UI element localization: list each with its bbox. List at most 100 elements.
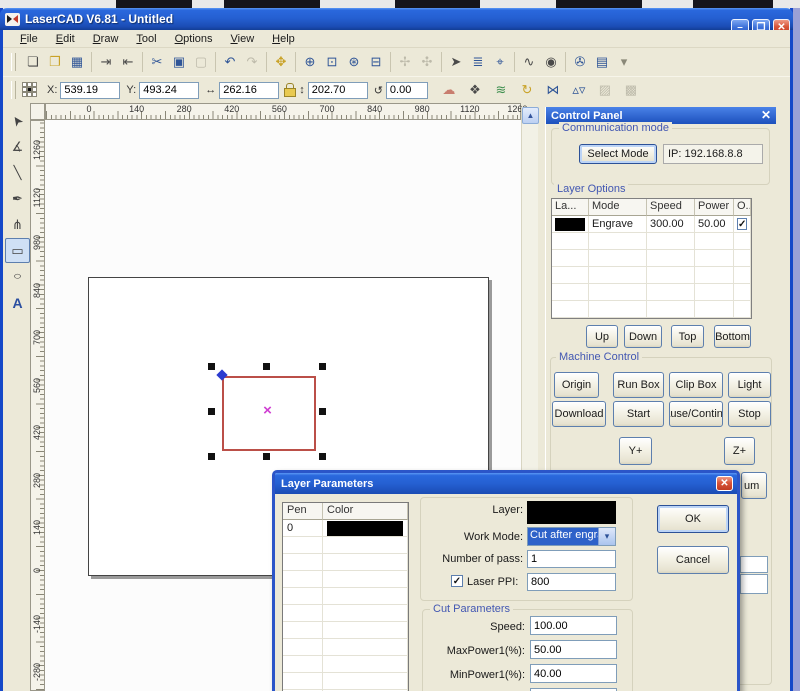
light-button[interactable]: Light <box>728 372 771 398</box>
origin-button[interactable]: Origin <box>554 372 599 398</box>
layers-icon[interactable]: ≋ <box>490 79 512 101</box>
layer-mode-cell[interactable]: Engrave <box>589 216 647 233</box>
cut-icon[interactable]: ✂ <box>146 51 168 73</box>
partially-hidden-field[interactable] <box>740 556 768 573</box>
save-icon[interactable]: ▦ <box>66 51 88 73</box>
display-icon[interactable]: ▤ <box>591 51 613 73</box>
start-button[interactable]: Start <box>613 401 664 427</box>
stop-button[interactable]: Stop <box>728 401 771 427</box>
bottom-button[interactable]: Bottom <box>714 325 751 348</box>
pen-number-cell[interactable]: 0 <box>283 520 323 537</box>
control-panel-close-icon[interactable]: ✕ <box>761 108 771 122</box>
undo-icon[interactable]: ↶ <box>219 51 241 73</box>
pause-continue-button[interactable]: Pause/Continue <box>669 401 723 427</box>
device-icon[interactable]: ✇ <box>569 51 591 73</box>
handle-middle-right[interactable] <box>319 408 326 415</box>
pen-color-cell[interactable] <box>323 520 408 537</box>
x-input[interactable] <box>60 82 120 99</box>
partially-hidden-field[interactable] <box>740 574 768 594</box>
y-input[interactable] <box>139 82 199 99</box>
handle-bottom-right[interactable] <box>319 453 326 460</box>
top-button[interactable]: Top <box>671 325 704 348</box>
scroll-up-button[interactable]: ▲ <box>522 107 539 124</box>
cancel-button[interactable]: Cancel <box>657 546 729 574</box>
array-copy-icon[interactable]: ❖ <box>464 79 486 101</box>
menu-help[interactable]: Help <box>263 32 304 46</box>
bezier-tool[interactable]: ⋔ <box>5 212 30 237</box>
layer-color-cell[interactable] <box>552 216 589 233</box>
dialog-titlebar[interactable]: Layer Parameters ✕ <box>275 473 737 494</box>
menu-view[interactable]: View <box>222 32 264 46</box>
pen-tool[interactable]: ✒ <box>5 186 30 211</box>
up-button[interactable]: Up <box>586 325 618 348</box>
mirror-vertical-icon[interactable]: ▵▿ <box>568 79 590 101</box>
pan-icon[interactable]: ✥ <box>270 51 292 73</box>
handle-middle-left[interactable] <box>208 408 215 415</box>
text-tool[interactable]: A <box>5 290 30 315</box>
handle-top-right[interactable] <box>319 363 326 370</box>
ellipse-tool[interactable]: ○ <box>5 264 30 289</box>
width-input[interactable] <box>219 82 279 99</box>
mirror-horizontal-icon[interactable]: ⋈ <box>542 79 564 101</box>
minpower-input[interactable] <box>530 664 617 683</box>
zoom-in-icon[interactable]: ⊕ <box>299 51 321 73</box>
stamp-icon[interactable]: ☁ <box>438 79 460 101</box>
chevron-down-icon[interactable]: ▾ <box>598 528 615 545</box>
clip-box-button[interactable]: Clip Box <box>669 372 723 398</box>
menu-file[interactable]: File <box>11 32 47 46</box>
dot-circle-icon[interactable]: ◉ <box>540 51 562 73</box>
maxpower-input[interactable] <box>530 640 617 659</box>
laser-ppi-input[interactable] <box>527 573 616 591</box>
run-box-button[interactable]: Run Box <box>613 372 664 398</box>
zoom-object-icon[interactable]: ⊛ <box>343 51 365 73</box>
zoom-page-icon[interactable]: ⊟ <box>365 51 387 73</box>
titlebar[interactable]: LaserCAD V6.81 - Untitled – ❐ ✕ <box>0 8 793 30</box>
zoom-window-icon[interactable]: ⊡ <box>321 51 343 73</box>
anchor-point-icon[interactable] <box>22 82 39 99</box>
copy-icon[interactable]: ▣ <box>168 51 190 73</box>
menu-draw[interactable]: Draw <box>84 32 128 46</box>
z-plus-button[interactable]: Z+ <box>724 437 755 465</box>
speed-input[interactable] <box>530 616 617 635</box>
node-edit-tool[interactable]: ∡ <box>5 134 30 159</box>
layer-color-swatch[interactable] <box>555 218 585 231</box>
menu-tool[interactable]: Tool <box>127 32 165 46</box>
rectangle-tool[interactable]: ▭ <box>5 238 30 263</box>
handle-bottom-middle[interactable] <box>263 453 270 460</box>
open-icon[interactable]: ❐ <box>44 51 66 73</box>
select-tool[interactable]: ➤ <box>5 108 30 133</box>
toolbar-overflow-icon[interactable]: ▾ <box>613 51 635 73</box>
work-mode-dropdown[interactable]: Cut after engrave ▾ <box>527 527 616 546</box>
number-of-pass-input[interactable] <box>527 550 616 568</box>
pen-color-table[interactable]: PenColor0 <box>282 502 409 691</box>
new-icon[interactable]: ❏ <box>22 51 44 73</box>
layer-power-cell[interactable]: 50.00 <box>695 216 734 233</box>
handle-top-left[interactable] <box>208 363 215 370</box>
pick-pen-icon[interactable]: ➤ <box>445 51 467 73</box>
lock-ratio-icon[interactable] <box>283 83 295 97</box>
menu-options[interactable]: Options <box>166 32 222 46</box>
select-mode-button[interactable]: Select Mode <box>579 144 657 164</box>
layer-output-cell[interactable]: ✓ <box>734 216 751 233</box>
height-input[interactable] <box>308 82 368 99</box>
curve-node-icon[interactable]: ∿ <box>518 51 540 73</box>
rotate-hand-icon[interactable]: ↻ <box>516 79 538 101</box>
layer-color-swatch[interactable] <box>527 501 616 524</box>
layer-speed-cell[interactable]: 300.00 <box>647 216 695 233</box>
partially-hidden-button[interactable]: um <box>741 472 767 499</box>
download-button[interactable]: Download <box>552 401 606 427</box>
import-icon[interactable]: ⇥ <box>95 51 117 73</box>
pen-color-swatch[interactable] <box>327 521 403 536</box>
line-tool[interactable]: ╲ <box>5 160 30 185</box>
layer-list-icon[interactable]: ≣ <box>467 51 489 73</box>
rotate-input[interactable] <box>386 82 428 99</box>
ok-button[interactable]: OK <box>657 505 729 533</box>
handle-top-middle[interactable] <box>263 363 270 370</box>
layer-options-table[interactable]: La...ModeSpeedPowerO...Engrave300.0050.0… <box>551 198 752 319</box>
y-plus-button[interactable]: Y+ <box>619 437 652 465</box>
dialog-close-button[interactable]: ✕ <box>716 476 733 491</box>
output-checkbox[interactable]: ✓ <box>737 218 747 230</box>
pick-object-icon[interactable]: ⌖ <box>489 51 511 73</box>
laser-ppi-checkbox[interactable]: ✓ <box>451 575 463 587</box>
handle-bottom-left[interactable] <box>208 453 215 460</box>
